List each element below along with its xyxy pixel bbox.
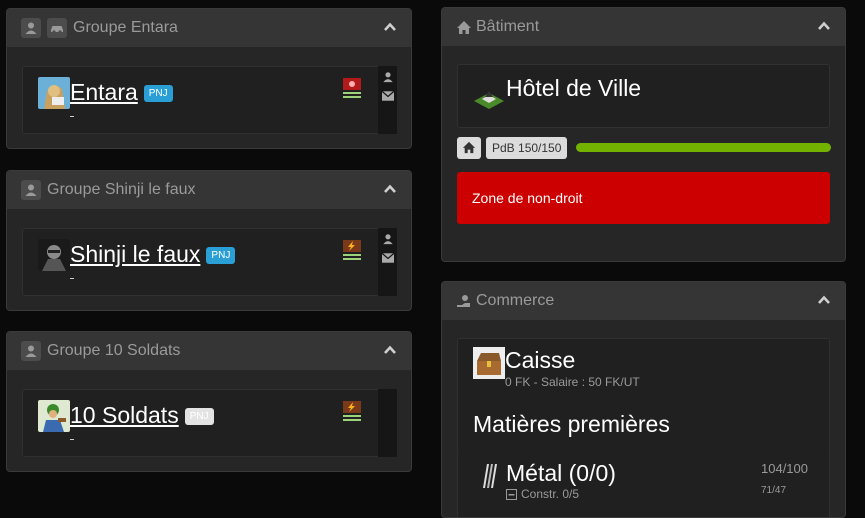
metal-row: Métal (0/0) Constr. 0/5 104/100 71/47 [457,450,830,517]
user-icon[interactable] [382,71,394,83]
group-header[interactable]: Groupe Shinji le faux [7,171,411,209]
metal-stock: 104/100 [761,461,808,476]
metal-constr: Constr. 0/5 [521,487,580,501]
commerce-panel: Commerce Caisse 0 FK - Salaire : 50 FK/U… [441,281,846,518]
home-icon [457,20,471,34]
avatar[interactable] [38,400,70,432]
group-title: Groupe Shinji le faux [47,181,196,198]
user-icon [21,18,41,38]
group-title: Groupe 10 Soldats [47,342,181,359]
car-icon [47,18,67,38]
pdb-bar-track [576,143,831,152]
zone-text: Zone de non-droit [472,190,583,206]
minus-square-icon[interactable] [506,489,517,500]
character-name[interactable]: Shinji le faux PNJ [70,241,236,268]
building-header[interactable]: Bâtiment [442,8,845,46]
user-icon [21,180,41,200]
group-panel-entara: Groupe Entara Entara PNJ [6,8,412,149]
pdb-bar-fill [576,143,831,152]
group-panel-soldats: Groupe 10 Soldats 10 Soldats PNJ [6,331,412,472]
chevron-up-icon[interactable] [383,20,397,34]
avatar[interactable] [38,239,70,271]
chevron-up-icon[interactable] [817,19,831,33]
group-header[interactable]: Groupe Entara [7,9,411,47]
side-actions [378,389,397,457]
building-name: Hôtel de Ville [506,75,642,101]
user-icon [21,341,41,361]
chevron-up-icon[interactable] [383,182,397,196]
metal-small: 71/47 [761,485,787,496]
character-card: Shinji le faux PNJ [22,228,380,296]
section-title: Matières premières [473,411,670,437]
pnj-badge: PNJ [206,247,236,264]
character-card: Entara PNJ [22,66,380,134]
lightning-emblem-icon [343,240,361,260]
separator-dash [70,439,74,440]
chevron-up-icon[interactable] [383,343,397,357]
character-card: 10 Soldats PNJ [22,389,380,457]
building-card: Hôtel de Ville [457,64,830,128]
side-actions [378,228,397,296]
lightning-emblem-icon [343,401,361,421]
town-hall-icon [474,91,504,109]
commerce-header[interactable]: Commerce [442,282,845,320]
group-title: Groupe Entara [73,19,178,36]
group-panel-shinji: Groupe Shinji le faux Shinji le faux PNJ [6,170,412,311]
caisse-title: Caisse [505,347,576,373]
money-hand-icon [457,294,470,307]
red-emblem-icon [343,78,361,98]
user-icon[interactable] [382,233,394,245]
pnj-badge: PNJ [143,85,173,102]
separator-dash [70,116,74,117]
treasure-chest-icon [473,347,505,379]
pnj-badge: PNJ [184,408,214,425]
pdb-label: PdB 150/150 [486,137,568,159]
commerce-header-title: Commerce [476,292,555,309]
building-panel: Bâtiment Hôtel de Ville PdB 150/150 Zone… [441,7,846,262]
group-header[interactable]: Groupe 10 Soldats [7,332,411,370]
home-icon [462,141,476,154]
metal-name: Métal (0/0) [506,460,616,486]
envelope-icon[interactable] [381,91,394,101]
zone-banner: Zone de non-droit [457,172,830,224]
home-button[interactable] [457,137,481,159]
chevron-up-icon[interactable] [817,293,831,307]
avatar[interactable] [38,77,70,109]
character-name[interactable]: Entara PNJ [70,79,173,106]
building-header-title: Bâtiment [476,18,540,35]
commerce-card: Caisse 0 FK - Salaire : 50 FK/UT Matière… [457,338,830,452]
caisse-sub: 0 FK - Salaire : 50 FK/UT [505,375,640,389]
metal-bars-icon [483,464,497,488]
separator-dash [70,278,74,279]
envelope-icon[interactable] [381,253,394,263]
side-actions [378,66,397,134]
character-name[interactable]: 10 Soldats PNJ [70,402,214,429]
